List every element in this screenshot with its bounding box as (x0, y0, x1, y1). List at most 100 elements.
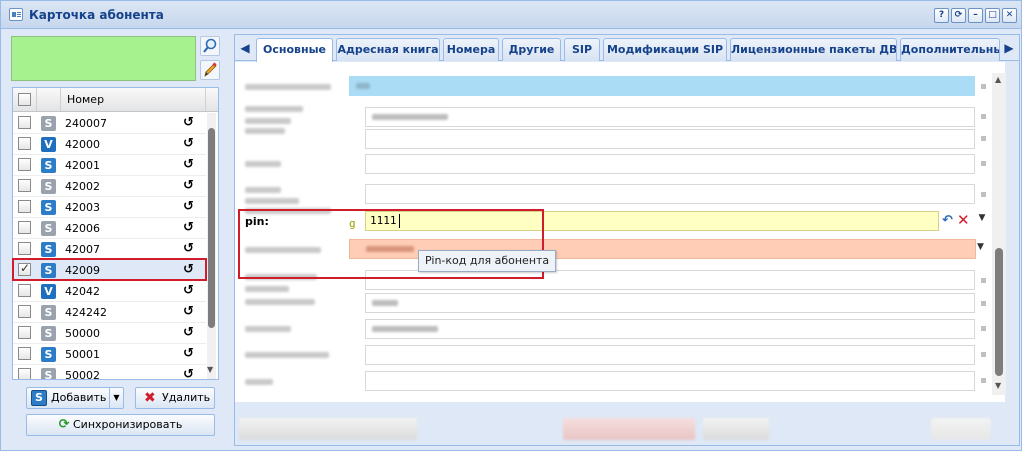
table-row[interactable]: S 42001 ↺ (13, 155, 206, 176)
row-checkbox[interactable] (18, 368, 31, 379)
field-1[interactable] (349, 76, 975, 96)
field-4-trigger[interactable] (981, 192, 986, 197)
search-icon (203, 38, 217, 53)
field-2[interactable] (365, 107, 975, 127)
row-checkbox[interactable] (18, 200, 31, 213)
field-2-trigger[interactable] (981, 114, 986, 119)
tab-license-packages[interactable]: Лицензионные пакеты ДВО (730, 38, 897, 61)
bottom-button-3[interactable] (703, 418, 769, 440)
scroll-down-arrow[interactable]: ▼ (207, 365, 213, 374)
history-icon[interactable]: ↺ (183, 241, 194, 256)
minimize-icon[interactable]: – (968, 8, 983, 23)
tab-address-book[interactable]: Адресная книга (336, 38, 440, 61)
tab-sip-modifications[interactable]: Модификации SIP (603, 38, 727, 61)
history-icon[interactable]: ↺ (183, 325, 194, 340)
table-row[interactable]: S 42007 ↺ (13, 239, 206, 260)
edit-button[interactable] (200, 60, 220, 80)
tab-main[interactable]: Основные (256, 38, 333, 62)
history-icon[interactable]: ↺ (183, 220, 194, 235)
field-1-trigger[interactable] (981, 84, 986, 89)
field-4[interactable] (365, 184, 975, 204)
close-icon[interactable]: ✕ (1002, 8, 1017, 23)
bottom-button-1[interactable] (239, 418, 417, 440)
field-2b-trigger[interactable] (981, 136, 986, 141)
row-checkbox[interactable] (18, 347, 31, 360)
field-2b[interactable] (365, 129, 975, 149)
history-icon[interactable]: ↺ (183, 346, 194, 361)
field-6-dropdown-icon[interactable]: ▼ (977, 242, 984, 252)
row-number: 42003 (65, 201, 100, 214)
tab-sip[interactable]: SIP (564, 38, 600, 61)
history-icon[interactable]: ↺ (183, 304, 194, 319)
field-3[interactable] (365, 154, 975, 174)
form-scroll-thumb[interactable] (995, 248, 1003, 376)
window-title: Карточка абонента (29, 8, 164, 22)
field-10[interactable] (365, 345, 975, 365)
form-scrollbar[interactable]: ▲ ▼ (992, 73, 1006, 395)
tab-scroll-right-icon[interactable]: ▶ (1001, 38, 1017, 58)
table-row[interactable]: V 42000 ↺ (13, 134, 206, 155)
header-number[interactable]: Номер (67, 93, 104, 106)
table-row[interactable]: S 50000 ↺ (13, 323, 206, 344)
history-icon[interactable]: ↺ (183, 178, 194, 193)
undo-icon[interactable]: ↶ (942, 213, 953, 228)
row-checkbox[interactable] (18, 242, 31, 255)
field-8-trigger[interactable] (981, 301, 986, 306)
row-number: 42042 (65, 285, 100, 298)
table-row[interactable]: S 42003 ↺ (13, 197, 206, 218)
clear-icon[interactable]: ✕ (957, 211, 970, 229)
row-checkbox[interactable] (18, 284, 31, 297)
history-icon[interactable]: ↺ (183, 283, 194, 298)
history-icon[interactable]: ↺ (183, 157, 194, 172)
tab-other[interactable]: Другие (502, 38, 561, 61)
table-row[interactable]: S 50001 ↺ (13, 344, 206, 365)
history-icon[interactable]: ↺ (183, 136, 194, 151)
history-icon[interactable]: ↺ (183, 199, 194, 214)
add-menu-arrow-icon[interactable]: ▼ (109, 388, 123, 408)
field-3-trigger[interactable] (981, 161, 986, 166)
history-icon[interactable]: ↺ (183, 367, 194, 379)
v-type-icon: V (41, 284, 56, 299)
table-row[interactable]: V 42042 ↺ (13, 281, 206, 302)
refresh-tool-icon[interactable]: ⟳ (951, 8, 966, 23)
add-button[interactable]: S Добавить ▼ (26, 387, 124, 409)
tab-numbers[interactable]: Номера (443, 38, 499, 61)
table-row[interactable]: S 240007 ↺ (13, 113, 206, 134)
tab-additional[interactable]: Дополнительны (900, 38, 1000, 61)
form-scroll-up-arrow[interactable]: ▲ (995, 75, 1001, 84)
select-all-checkbox[interactable] (18, 93, 31, 106)
bottom-button-2[interactable] (563, 418, 695, 440)
row-checkbox[interactable] (18, 137, 31, 150)
row-checkbox[interactable] (18, 326, 31, 339)
field-8[interactable] (365, 293, 975, 313)
field-11-trigger[interactable] (981, 378, 986, 383)
table-row[interactable]: S 42002 ↺ (13, 176, 206, 197)
history-icon[interactable]: ↺ (183, 115, 194, 130)
search-button[interactable] (200, 36, 220, 56)
field-9-trigger[interactable] (981, 326, 986, 331)
form-scroll-down-arrow[interactable]: ▼ (995, 381, 1001, 390)
field-2-text (372, 114, 448, 120)
field-9[interactable] (365, 319, 975, 339)
row-checkbox[interactable] (18, 305, 31, 318)
sync-button[interactable]: ⟳ Синхронизировать (26, 414, 215, 436)
field-7-trigger[interactable] (981, 278, 986, 283)
grid-scroll-thumb[interactable] (208, 128, 215, 328)
pin-dropdown-icon[interactable]: ▼ (975, 213, 989, 229)
table-row[interactable]: S 42006 ↺ (13, 218, 206, 239)
field-10-trigger[interactable] (981, 352, 986, 357)
field-11[interactable] (365, 371, 975, 391)
row-checkbox[interactable] (18, 158, 31, 171)
maximize-icon[interactable]: □ (985, 8, 1000, 23)
row-checkbox[interactable] (18, 116, 31, 129)
grid-scrollbar[interactable]: ▼ (207, 113, 216, 379)
tab-scroll-left-icon[interactable]: ◀ (237, 38, 253, 58)
help-icon[interactable]: ? (934, 8, 949, 23)
table-row[interactable]: S 50002 ↺ (13, 365, 206, 379)
bottom-button-4[interactable] (931, 418, 991, 440)
delete-button[interactable]: ✖ Удалить (135, 387, 215, 409)
field-label-2 (245, 106, 303, 112)
table-row[interactable]: S 424242 ↺ (13, 302, 206, 323)
row-checkbox[interactable] (18, 179, 31, 192)
row-checkbox[interactable] (18, 221, 31, 234)
